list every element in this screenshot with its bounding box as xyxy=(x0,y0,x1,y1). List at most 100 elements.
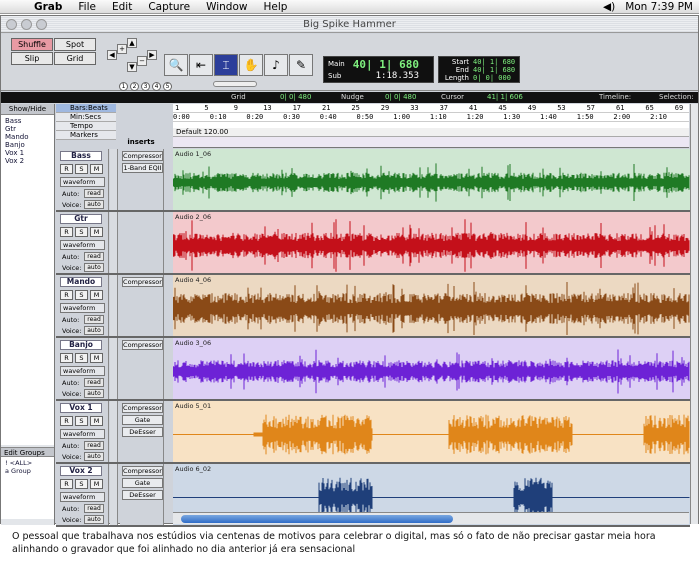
ruler-min-secs[interactable]: Min:Secs xyxy=(56,113,116,122)
arrow-up-icon[interactable]: ▲ xyxy=(127,38,137,48)
voice-assign-button[interactable]: auto xyxy=(84,515,104,524)
mute-button[interactable]: M xyxy=(90,290,103,300)
track-name[interactable]: Banjo xyxy=(60,340,102,350)
zoom-preset-1[interactable]: 1 xyxy=(119,82,128,91)
audio-region[interactable]: Audio 2_06 xyxy=(173,212,690,273)
solo-button[interactable]: S xyxy=(75,290,88,300)
zoom-preset-5[interactable]: 5 xyxy=(163,82,172,91)
arrow-down-icon[interactable]: ▼ xyxy=(127,62,137,72)
group-item[interactable]: a Group xyxy=(5,467,50,475)
main-counter[interactable]: Main Sub 40| 1| 680 1:18.353 xyxy=(323,56,434,83)
track-list-item[interactable]: Vox 2 xyxy=(1,157,54,165)
menu-file[interactable]: File xyxy=(70,1,104,13)
selection-display[interactable]: Start 40| 1| 680 End 40| 1| 680 Length 0| 0… xyxy=(438,56,520,83)
automation-mode-button[interactable]: read xyxy=(84,378,104,387)
ruler-markers[interactable]: Markers xyxy=(56,131,116,140)
group-item[interactable]: ! <ALL> xyxy=(5,459,50,467)
audio-region[interactable]: Audio 5_01 xyxy=(173,401,690,462)
solo-button[interactable]: S xyxy=(75,353,88,363)
mute-button[interactable]: M xyxy=(90,353,103,363)
record-enable-button[interactable]: R xyxy=(60,416,73,426)
mute-button[interactable]: M xyxy=(90,227,103,237)
track-list-item[interactable]: Mando xyxy=(1,133,54,141)
track-name[interactable]: Vox 2 xyxy=(60,466,102,476)
insert-plugin-button[interactable]: Gate xyxy=(122,415,163,425)
spot-mode-button[interactable]: Spot xyxy=(54,38,96,51)
insert-plugin-button[interactable]: Compressor xyxy=(122,277,163,287)
record-enable-button[interactable]: R xyxy=(60,164,73,174)
insert-plugin-button[interactable]: Compressor xyxy=(122,340,163,350)
solo-button[interactable]: S xyxy=(75,227,88,237)
automation-mode-button[interactable]: read xyxy=(84,315,104,324)
zoom-preset-2[interactable]: 2 xyxy=(130,82,139,91)
zoom-preset-3[interactable]: 3 xyxy=(141,82,150,91)
horizontal-scrollbar[interactable] xyxy=(173,512,689,524)
insert-plugin-button[interactable]: Compressor xyxy=(122,466,163,476)
clock[interactable]: Mon 7:39 PM xyxy=(625,1,693,13)
audio-region[interactable]: Audio 3_06 xyxy=(173,338,690,399)
record-enable-button[interactable]: R xyxy=(60,227,73,237)
mute-button[interactable]: M xyxy=(90,164,103,174)
edit-groups-header[interactable]: Edit Groups xyxy=(1,447,54,457)
voice-assign-button[interactable]: auto xyxy=(84,326,104,335)
automation-mode-button[interactable]: read xyxy=(84,504,104,513)
voice-assign-button[interactable]: auto xyxy=(84,389,104,398)
grabber-tool-icon[interactable]: ✋ xyxy=(239,54,263,76)
audio-region[interactable]: Audio 1_06 xyxy=(173,149,690,210)
voice-assign-button[interactable]: auto xyxy=(84,452,104,461)
grid-value[interactable]: 0| 0| 480 xyxy=(280,93,311,101)
volume-icon[interactable]: ◀) xyxy=(603,1,615,13)
insert-plugin-button[interactable]: Compressor xyxy=(122,151,163,161)
track-view-selector[interactable]: waveform xyxy=(60,240,105,250)
menu-edit[interactable]: Edit xyxy=(104,1,140,13)
nudge-value[interactable]: 0| 0| 480 xyxy=(385,93,416,101)
vertical-scrollbar[interactable] xyxy=(690,104,698,524)
ruler-tempo[interactable]: Tempo xyxy=(56,122,116,131)
insert-plugin-button[interactable]: Gate xyxy=(122,478,163,488)
record-enable-button[interactable]: R xyxy=(60,290,73,300)
insert-plugin-button[interactable]: 1-Band EQII xyxy=(122,163,163,173)
track-name[interactable]: Bass xyxy=(60,151,102,161)
track-list-item[interactable]: Banjo xyxy=(1,141,54,149)
arrow-right-icon[interactable]: ▶ xyxy=(147,50,157,60)
track-view-selector[interactable]: waveform xyxy=(60,492,105,502)
zoom-preset-4[interactable]: 4 xyxy=(152,82,161,91)
minimize-window-button[interactable] xyxy=(21,19,32,30)
insert-plugin-button[interactable]: DeEsser xyxy=(122,490,163,500)
voice-assign-button[interactable]: auto xyxy=(84,263,104,272)
track-list-item[interactable]: Bass xyxy=(1,117,54,125)
zoom-window-button[interactable] xyxy=(36,19,47,30)
markers-ruler[interactable] xyxy=(173,137,689,148)
menu-help[interactable]: Help xyxy=(255,1,295,13)
solo-button[interactable]: S xyxy=(75,164,88,174)
mute-button[interactable]: M xyxy=(90,416,103,426)
solo-button[interactable]: S xyxy=(75,479,88,489)
shuffle-mode-button[interactable]: Shuffle xyxy=(11,38,53,51)
scrubber-tool-icon[interactable]: ♪ xyxy=(264,54,288,76)
track-name[interactable]: Vox 1 xyxy=(60,403,102,413)
track-view-selector[interactable]: waveform xyxy=(60,366,105,376)
close-window-button[interactable] xyxy=(6,19,17,30)
track-name[interactable]: Mando xyxy=(60,277,102,287)
mute-button[interactable]: M xyxy=(90,479,103,489)
track-view-selector[interactable]: waveform xyxy=(60,303,105,313)
zoom-out-vertical-icon[interactable]: − xyxy=(137,56,147,66)
audio-region[interactable]: Audio 4_06 xyxy=(173,275,690,336)
slip-mode-button[interactable]: Slip xyxy=(11,52,53,65)
selector-tool-icon[interactable]: ⌶ xyxy=(214,54,238,76)
record-enable-button[interactable]: R xyxy=(60,479,73,489)
solo-button[interactable]: S xyxy=(75,416,88,426)
track-view-selector[interactable]: waveform xyxy=(60,429,105,439)
arrow-left-icon[interactable]: ◀ xyxy=(107,50,117,60)
track-name[interactable]: Gtr xyxy=(60,214,102,224)
track-list-item[interactable]: Gtr xyxy=(1,125,54,133)
insert-plugin-button[interactable]: DeEsser xyxy=(122,427,163,437)
voice-assign-button[interactable]: auto xyxy=(84,200,104,209)
menu-grab[interactable]: Grab xyxy=(26,1,70,13)
zoomer-tool-icon[interactable]: 🔍 xyxy=(164,54,188,76)
menu-capture[interactable]: Capture xyxy=(140,1,198,13)
automation-mode-button[interactable]: read xyxy=(84,189,104,198)
record-enable-button[interactable]: R xyxy=(60,353,73,363)
pencil-tool-icon[interactable]: ✎ xyxy=(289,54,313,76)
horizontal-scroll-thumb[interactable] xyxy=(181,515,453,523)
